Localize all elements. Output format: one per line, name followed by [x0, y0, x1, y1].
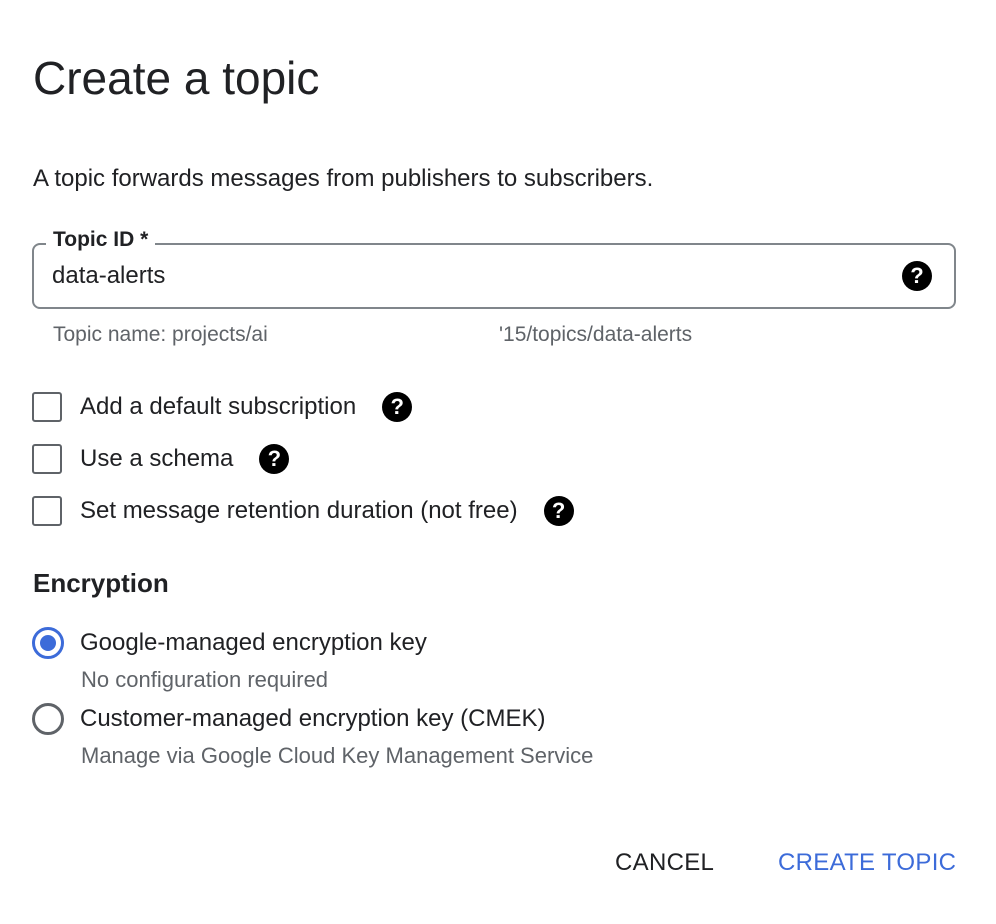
dialog-description: A topic forwards messages from publisher… — [33, 165, 654, 192]
default-subscription-label[interactable]: Add a default subscription — [80, 392, 356, 422]
topic-id-input[interactable] — [52, 261, 892, 291]
use-schema-label[interactable]: Use a schema — [80, 444, 233, 474]
topic-name-hint-suffix: '15/topics/data-alerts — [499, 323, 693, 346]
dialog-title: Create a topic — [33, 52, 320, 104]
cmek-label[interactable]: Customer-managed encryption key (CMEK) — [80, 704, 546, 734]
create-topic-dialog: Create a topic A topic forwards messages… — [0, 0, 996, 924]
cmek-option[interactable]: Customer-managed encryption key (CMEK) — [32, 703, 546, 735]
topic-name-hint-prefix: Topic name: projects/ai — [53, 323, 268, 346]
encryption-section-title: Encryption — [33, 568, 169, 598]
create-topic-button[interactable]: CREATE TOPIC — [778, 846, 956, 880]
cancel-button[interactable]: CANCEL — [615, 846, 714, 880]
cmek-description: Manage via Google Cloud Key Management S… — [81, 743, 594, 768]
topic-id-field[interactable]: Topic ID * ? — [32, 227, 956, 309]
help-circle-icon[interactable]: ? — [382, 392, 413, 422]
message-retention-checkbox[interactable] — [32, 496, 62, 526]
message-retention-option[interactable]: Set message retention duration (not free… — [32, 494, 574, 528]
google-managed-key-radio[interactable] — [32, 627, 64, 659]
google-managed-key-option[interactable]: Google-managed encryption key — [32, 627, 427, 659]
default-subscription-option[interactable]: Add a default subscription ? — [32, 390, 413, 424]
message-retention-label[interactable]: Set message retention duration (not free… — [80, 496, 518, 526]
use-schema-option[interactable]: Use a schema ? — [32, 442, 290, 476]
google-managed-key-label[interactable]: Google-managed encryption key — [80, 628, 427, 658]
help-circle-icon[interactable]: ? — [259, 444, 290, 474]
use-schema-checkbox[interactable] — [32, 444, 62, 474]
default-subscription-checkbox[interactable] — [32, 392, 62, 422]
help-circle-icon[interactable]: ? — [543, 496, 574, 526]
topic-id-label: Topic ID * — [46, 227, 156, 253]
help-circle-icon[interactable]: ? — [902, 261, 932, 291]
cmek-radio[interactable] — [32, 703, 64, 735]
google-managed-key-description: No configuration required — [81, 667, 329, 692]
